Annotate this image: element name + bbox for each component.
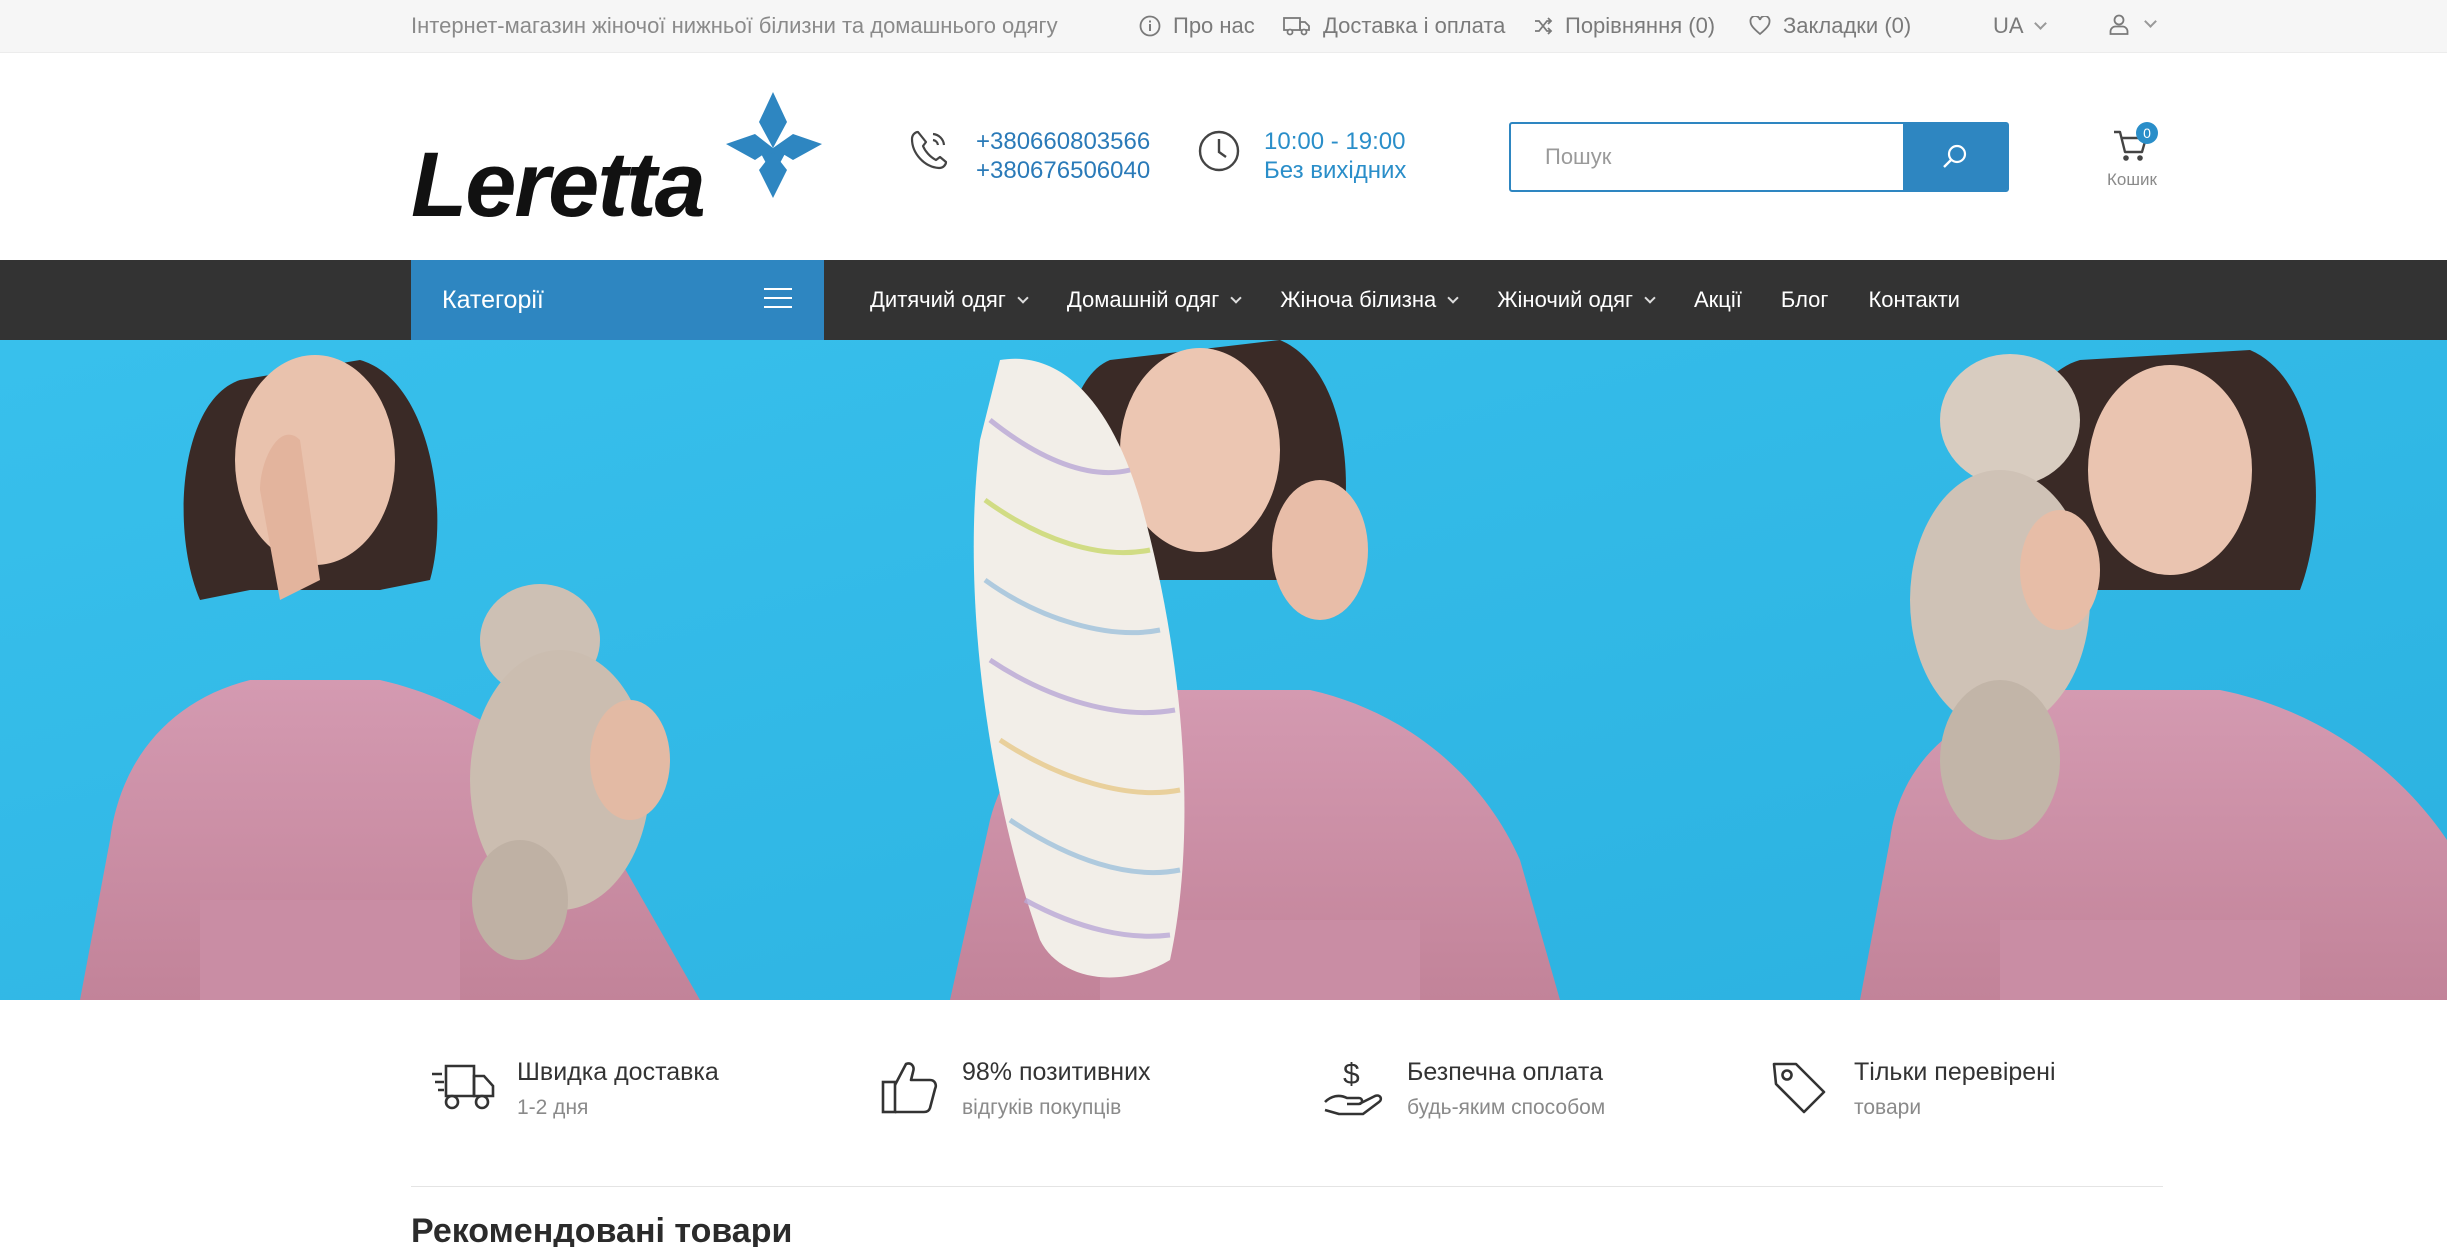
phone-number-2[interactable]: +380676506040 <box>976 156 1150 185</box>
nav-item-womens-clothing[interactable]: Жіночий одяг <box>1497 287 1656 313</box>
truck-icon <box>432 1064 495 1110</box>
search-box <box>1509 122 2009 192</box>
thumbs-up-icon <box>881 1062 938 1114</box>
money-hand-icon: $ <box>1324 1058 1383 1116</box>
logo-diamond-icon <box>726 92 822 198</box>
feature-title: Тільки перевірені <box>1854 1058 2056 1086</box>
hero-banner[interactable] <box>0 340 2447 1000</box>
feature-title: Швидка доставка <box>517 1058 719 1086</box>
logo-wordmark: Leretta <box>411 134 704 222</box>
nav-item-home-clothing[interactable]: Домашній одяг <box>1066 287 1242 313</box>
nav-item-lingerie[interactable]: Жіноча білизна <box>1280 287 1459 313</box>
bookmarks-label: Закладки (0) <box>1783 13 1912 38</box>
feature-subtitle: 1-2 дня <box>517 1096 589 1119</box>
chevron-down-icon <box>1017 291 1029 304</box>
nav-item-label: Жіночий одяг <box>1497 287 1633 312</box>
nav-item-label: Акції <box>1694 287 1742 312</box>
hero-banner-image <box>0 340 2447 1000</box>
svg-text:$: $ <box>1343 1058 1360 1091</box>
phone-numbers: +380660803566 +380676506040 <box>976 127 1150 185</box>
feature-subtitle: відгуків покупців <box>962 1096 1122 1119</box>
language-select[interactable]: UA <box>1993 13 2047 39</box>
menu-icon <box>764 288 792 310</box>
phone-number-1[interactable]: +380660803566 <box>976 127 1150 156</box>
working-hours: 10:00 - 19:00 Без вихідних <box>1264 127 1406 185</box>
user-icon <box>2109 14 2129 35</box>
truck-icon <box>1283 17 1310 36</box>
days-off-value: Без вихідних <box>1264 157 1407 184</box>
compare-label: Порівняння (0) <box>1565 13 1716 38</box>
cart-label: Кошик <box>2107 170 2157 189</box>
clock-icon <box>1198 130 1240 172</box>
nav-item-label: Контакти <box>1868 287 1960 312</box>
store-tagline: Інтернет-магазин жіночої нижньої білизни… <box>411 13 1058 38</box>
search-button[interactable] <box>1903 122 2007 192</box>
chevron-down-icon <box>2144 14 2157 28</box>
nav-item-label: Жіноча білизна <box>1280 287 1437 312</box>
feature-title: Безпечна оплата <box>1407 1058 1603 1086</box>
shuffle-icon <box>1535 17 1553 35</box>
nav-item-label: Домашній одяг <box>1066 287 1220 312</box>
delivery-link[interactable]: Доставка і оплата <box>1283 13 1505 39</box>
chevron-down-icon <box>1230 291 1242 304</box>
feature-title: 98% позитивних <box>962 1058 1151 1086</box>
categories-button[interactable]: Категорії <box>411 260 824 340</box>
site-logo[interactable]: Leretta <box>411 90 831 236</box>
heart-icon <box>1749 16 1771 36</box>
chevron-down-icon <box>2033 16 2047 30</box>
top-bar: Інтернет-магазин жіночої нижньої білизни… <box>0 0 2447 53</box>
tag-icon <box>1772 1062 1826 1114</box>
categories-label: Категорії <box>442 285 544 314</box>
feature-subtitle: товари <box>1854 1096 1922 1119</box>
nav-item-blog[interactable]: Блог <box>1781 287 1829 313</box>
nav-item-label: Дитячий одяг <box>870 287 1006 312</box>
chevron-down-icon <box>1447 291 1459 304</box>
search-icon <box>1943 144 1967 168</box>
delivery-label: Доставка і оплата <box>1323 13 1506 38</box>
feature-subtitle: будь-яким способом <box>1407 1096 1606 1119</box>
bookmarks-link[interactable]: Закладки (0) <box>1749 13 1911 39</box>
phone-icon <box>910 130 948 170</box>
search-input[interactable] <box>1511 124 1904 190</box>
nav-item-label: Блог <box>1780 287 1829 312</box>
section-divider <box>411 1186 2163 1187</box>
language-value: UA <box>1993 13 2024 38</box>
chevron-down-icon <box>1644 291 1656 304</box>
cart-count-badge: 0 <box>2136 122 2158 144</box>
nav-item-contacts[interactable]: Контакти <box>1868 287 1960 313</box>
main-menu: Дитячий одяг Домашній одяг Жіноча білизн… <box>870 260 2000 340</box>
nav-item-promotions[interactable]: Акції <box>1694 287 1742 313</box>
recommended-products-title: Рекомендовані товари <box>411 1212 793 1247</box>
hours-value: 10:00 - 19:00 <box>1264 128 1406 155</box>
compare-link[interactable]: Порівняння (0) <box>1533 13 1715 39</box>
about-label: Про нас <box>1173 13 1255 38</box>
info-icon <box>1139 15 1161 37</box>
account-menu[interactable] <box>2108 13 2157 35</box>
page: Інтернет-магазин жіночої нижньої білизни… <box>0 0 2447 1247</box>
nav-item-kids-clothing[interactable]: Дитячий одяг <box>870 287 1029 313</box>
about-link[interactable]: Про нас <box>1139 13 1255 39</box>
cart-button[interactable]: 0 Кошик <box>2098 122 2166 192</box>
